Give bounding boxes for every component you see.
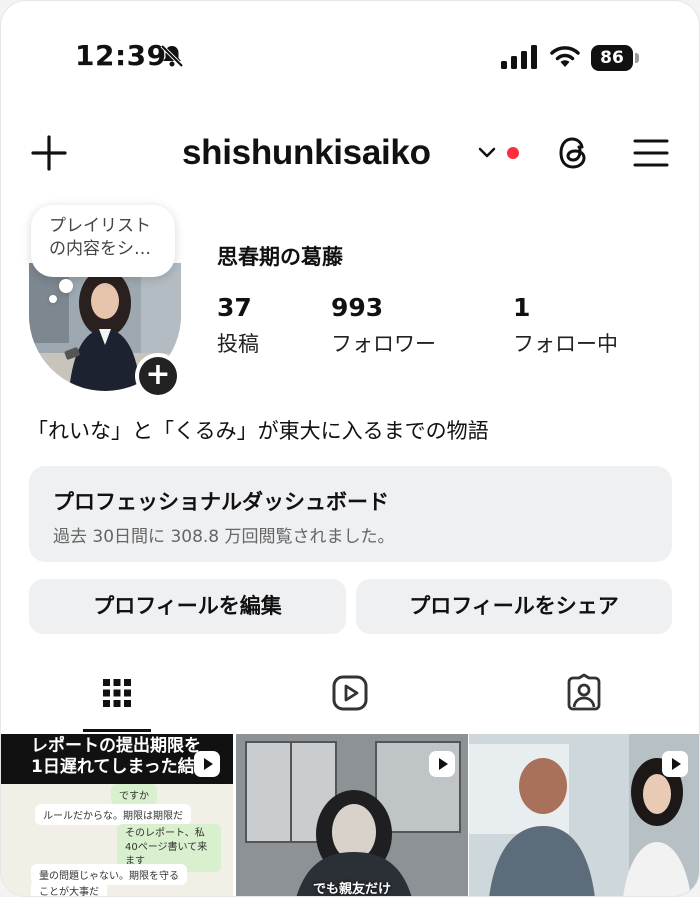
playlist-tooltip-bubble[interactable]: プレイリスト の内容をシ… bbox=[31, 205, 175, 277]
stat-following-value: 1 bbox=[513, 293, 531, 322]
stat-posts-value: 37 bbox=[217, 293, 252, 322]
edit-profile-button[interactable]: プロフィールを編集 bbox=[29, 579, 346, 634]
notification-dot bbox=[507, 147, 519, 159]
tooltip-tail bbox=[59, 279, 73, 293]
tooltip-line-1: プレイリスト bbox=[49, 216, 151, 236]
post-thumbnail[interactable] bbox=[469, 734, 699, 896]
stat-followers-label: フォロワー bbox=[331, 332, 436, 356]
profile-header: shishunkisaiko bbox=[1, 123, 699, 183]
chat-bubble: ですか bbox=[111, 784, 157, 805]
instagram-profile-screen: 12:39 86 shishunkisaiko + プレイリスト の内容をシ… … bbox=[0, 0, 700, 897]
plus-icon: + bbox=[139, 357, 177, 395]
stat-posts[interactable]: 37 投稿 bbox=[217, 293, 259, 358]
status-time: 12:39 bbox=[75, 39, 167, 72]
reels-play-icon bbox=[332, 675, 368, 711]
hamburger-menu-icon[interactable] bbox=[631, 133, 671, 173]
stat-following[interactable]: 1 フォロー中 bbox=[513, 293, 618, 358]
post-thumbnail[interactable]: でも親友だけ bbox=[236, 734, 468, 897]
stat-followers-value: 993 bbox=[331, 293, 384, 322]
stat-followers[interactable]: 993 フォロワー bbox=[331, 293, 436, 358]
tooltip-tail-small bbox=[49, 295, 57, 303]
share-profile-button[interactable]: プロフィールをシェア bbox=[356, 579, 672, 634]
active-tab-indicator bbox=[83, 729, 151, 732]
create-plus-icon[interactable] bbox=[29, 133, 69, 173]
status-bar: 12:39 86 bbox=[1, 1, 699, 101]
chevron-down-icon[interactable] bbox=[477, 145, 497, 161]
profile-bio: 「れいな」と「くるみ」が東大に入るまでの物語 bbox=[27, 419, 489, 443]
wifi-icon bbox=[550, 46, 580, 67]
tab-tagged[interactable] bbox=[468, 663, 699, 733]
grid-icon bbox=[103, 679, 131, 707]
reel-icon bbox=[194, 751, 220, 777]
battery-level: 86 bbox=[591, 45, 633, 71]
chat-bubble: ルールだからな。期限は期限だ bbox=[35, 804, 191, 825]
content-tabs bbox=[1, 663, 699, 733]
post-caption: でも親友だけ bbox=[312, 882, 391, 897]
post-headline-line-1: レポートの提出期限を bbox=[31, 736, 201, 756]
tab-reels[interactable] bbox=[234, 663, 466, 733]
professional-dashboard-card[interactable]: プロフェッショナルダッシュボード 過去 30日間に 308.8 万回閲覧されまし… bbox=[29, 466, 672, 562]
stat-following-label: フォロー中 bbox=[513, 332, 618, 356]
dashboard-subtitle: 過去 30日間に 308.8 万回閲覧されました。 bbox=[53, 527, 395, 547]
stat-posts-label: 投稿 bbox=[217, 332, 259, 356]
add-story-button[interactable]: + bbox=[135, 353, 181, 399]
account-username[interactable]: shishunkisaiko bbox=[182, 133, 431, 173]
tab-posts-grid[interactable] bbox=[1, 663, 233, 733]
silent-bell-icon bbox=[160, 44, 184, 68]
tooltip-line-2: の内容をシ… bbox=[49, 239, 151, 259]
reel-icon bbox=[662, 751, 688, 777]
post-thumbnail[interactable]: レポートの提出期限を 1日遅れてしまった結果 ですか ルールだからな。期限は期限… bbox=[1, 734, 233, 896]
post-headline-line-2: 1日遅れてしまった結果 bbox=[31, 757, 212, 777]
threads-icon[interactable] bbox=[555, 133, 595, 173]
display-name: 思春期の葛藤 bbox=[217, 245, 343, 269]
posts-grid: レポートの提出期限を 1日遅れてしまった結果 ですか ルールだからな。期限は期限… bbox=[1, 734, 699, 897]
reel-icon bbox=[429, 751, 455, 777]
chat-bubble: ことが大事だ bbox=[31, 880, 107, 896]
battery-nub bbox=[635, 53, 639, 63]
battery-indicator: 86 bbox=[591, 45, 639, 71]
dashboard-title: プロフェッショナルダッシュボード bbox=[53, 490, 389, 514]
cellular-signal-icon bbox=[501, 45, 537, 69]
tagged-person-icon bbox=[567, 673, 601, 711]
